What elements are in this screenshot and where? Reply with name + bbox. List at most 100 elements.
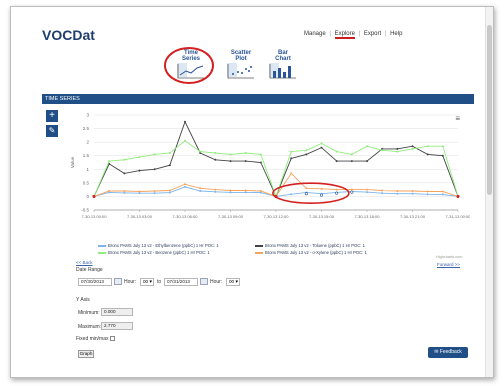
data-point	[320, 142, 323, 145]
data-point	[123, 190, 126, 192]
data-point	[138, 156, 141, 159]
series-line-2	[93, 140, 459, 198]
data-point	[381, 189, 384, 192]
from-hour-select[interactable]: 00	[140, 278, 154, 286]
data-point	[366, 160, 368, 163]
data-point	[456, 195, 460, 198]
data-point	[305, 187, 308, 190]
nav-help[interactable]: Help	[390, 31, 402, 37]
data-point	[381, 149, 384, 152]
data-point	[411, 192, 414, 195]
scrollbar-thumb[interactable]	[487, 25, 492, 195]
scatter-plot-button[interactable]: Scatter Plot	[222, 50, 260, 80]
highlight-point	[319, 193, 323, 197]
y-tick-label: 3	[86, 113, 89, 118]
to-hour-select[interactable]: 00	[226, 278, 240, 286]
data-point	[259, 161, 262, 164]
data-point	[229, 189, 232, 192]
page-scrollbar[interactable]	[485, 7, 493, 377]
data-point	[441, 145, 444, 148]
y-tick-label: 0	[86, 194, 89, 199]
y-max-input[interactable]: 2.770	[101, 322, 133, 330]
data-point	[426, 190, 429, 193]
legend-item[interactable]: Bronx PAMS July 13 v2 - Ethylbenzene (pp…	[98, 242, 219, 249]
data-point	[244, 160, 247, 163]
nav-manage[interactable]: Manage	[304, 31, 326, 37]
legend-label: Bronx PAMS July 13 v2 - Toluene (ppbC) 1…	[265, 243, 365, 248]
x-tick-label: 7-30-13 12:00	[264, 214, 290, 219]
to-calendar-icon[interactable]	[200, 278, 208, 285]
data-point	[426, 153, 429, 156]
legend-label: Bronx PAMS July 13 v2 - o-Xylene (ppbC) …	[265, 250, 367, 255]
data-point	[411, 147, 414, 150]
data-point	[168, 164, 171, 167]
data-point	[199, 190, 202, 192]
data-point	[320, 146, 323, 149]
legend-item[interactable]: Bronx PAMS July 13 v2 - o-Xylene (ppbC) …	[255, 249, 367, 256]
data-point	[290, 157, 293, 160]
y-tick-label: 2	[86, 140, 89, 145]
data-point	[138, 169, 141, 172]
data-point	[320, 187, 323, 190]
legend-swatch	[98, 245, 106, 247]
y-tick-label: 2.5	[83, 126, 90, 131]
data-point	[396, 147, 399, 150]
data-point	[350, 153, 353, 156]
data-point	[138, 190, 141, 193]
legend-item[interactable]: Bronx PAMS July 13 v2 - Toluene (ppbC) 1…	[255, 242, 365, 249]
data-point	[168, 189, 171, 192]
data-point	[184, 185, 186, 188]
feedback-button[interactable]: ✉ Feedback	[428, 347, 468, 358]
data-point	[290, 172, 293, 175]
data-point	[229, 160, 232, 163]
feedback-label: Feedback	[439, 349, 462, 355]
data-point	[168, 191, 171, 194]
y-min-input[interactable]: 0.000	[101, 308, 133, 316]
time-series-highlight	[164, 47, 214, 84]
data-point	[168, 152, 171, 154]
from-date-input[interactable]: 07/30/2013	[78, 278, 112, 286]
data-point	[411, 190, 414, 192]
data-point	[184, 120, 186, 123]
x-tick-label: 7-30-13 21:00	[400, 214, 426, 219]
data-point	[108, 160, 111, 163]
bar-chart-label-2: Chart	[275, 56, 291, 62]
fixed-minmax-checkbox[interactable]	[110, 336, 115, 341]
chart-canvas: 3 2.5 2 1.5 1 0.5 0 -0.5 Value 7-30-13 00:00 7-30-…	[70, 113, 471, 220]
highcharts-credit[interactable]: Highcharts.com	[436, 255, 462, 259]
graph-button[interactable]: Graph	[78, 350, 94, 358]
x-tick-label: 7-30-13 00:00	[82, 214, 108, 219]
chart-menu-icon[interactable]: ≡	[455, 114, 460, 123]
add-series-button[interactable]: +	[46, 110, 58, 122]
data-point	[199, 187, 202, 190]
legend-label: Bronx PAMS July 13 v2 - Benzene (ppbC) 1…	[108, 250, 210, 255]
data-point	[259, 190, 262, 192]
data-point	[396, 150, 399, 153]
data-point	[199, 150, 202, 153]
nav-export[interactable]: Export	[364, 31, 381, 37]
y-axis-title: Value	[70, 156, 75, 168]
x-tick-label: 7-30-13 03:00	[127, 214, 153, 219]
bar-chart-button[interactable]: Bar Chart	[264, 50, 302, 80]
y-tick-label: 1.5	[83, 153, 90, 158]
nav-explore[interactable]: Explore	[334, 31, 355, 39]
date-range-label: Date Range	[76, 267, 103, 273]
data-point	[214, 190, 217, 193]
data-point	[441, 193, 444, 196]
legend-item[interactable]: Bronx PAMS July 13 v2 - Benzene (ppbC) 1…	[98, 249, 210, 256]
data-point	[153, 192, 156, 195]
back-link[interactable]: << Back	[76, 260, 93, 265]
data-point	[244, 152, 247, 154]
to-date-input[interactable]: 07/31/2013	[164, 278, 198, 286]
edit-icon[interactable]: ✎	[46, 125, 58, 137]
data-point	[441, 190, 444, 193]
bar-chart-icon	[269, 63, 296, 79]
data-point	[305, 153, 308, 156]
x-tick-label: 7-30-13 06:00	[173, 214, 199, 219]
highlight-point	[304, 192, 308, 196]
max-label: Maximum:	[78, 324, 102, 330]
data-point	[153, 168, 156, 171]
from-calendar-icon[interactable]	[114, 278, 122, 285]
scatter-plot-icon	[227, 63, 254, 79]
forward-link[interactable]: Forward >>	[437, 262, 460, 267]
